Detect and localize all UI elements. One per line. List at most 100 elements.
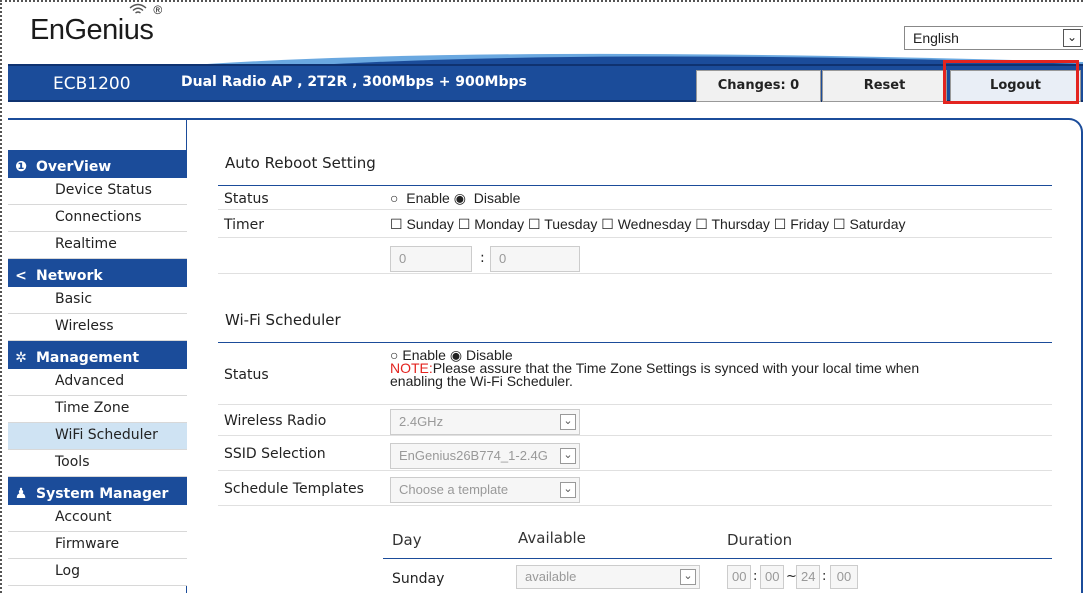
time-colon: : xyxy=(480,250,485,266)
scheduler-note-line2: enabling the Wi-Fi Scheduler. xyxy=(390,373,573,389)
day-label: Thursday xyxy=(711,216,770,232)
tuesday-checkbox[interactable]: ☐ xyxy=(528,216,541,232)
sidebar-item-wifi-scheduler[interactable]: WiFi Scheduler xyxy=(8,423,187,450)
end-minute-input[interactable]: 00 xyxy=(830,565,858,589)
brand-name: EnGenius xyxy=(30,14,154,46)
sidebar-group-system-manager[interactable]: ♟ System Manager xyxy=(8,477,187,505)
sidebar-item-wireless[interactable]: Wireless xyxy=(8,314,187,341)
day-label: Tuesday xyxy=(544,216,598,232)
reset-button[interactable]: Reset xyxy=(822,70,947,102)
schedule-available-value: available xyxy=(525,569,577,584)
sidebar-group-title: Management xyxy=(36,349,140,366)
day-label: Friday xyxy=(790,216,830,232)
sunday-checkbox[interactable]: ☐ xyxy=(390,216,403,232)
chevron-down-icon: ⌄ xyxy=(680,569,696,585)
language-value: English xyxy=(913,30,959,46)
language-select[interactable]: English ⌄ xyxy=(904,26,1083,50)
model-description: Dual Radio AP , 2T2R , 300Mbps + 900Mbps xyxy=(181,74,527,90)
info-icon: ❶ xyxy=(15,158,27,175)
sidebar-group-overview[interactable]: ❶ OverView xyxy=(8,150,187,178)
enable-radio[interactable]: ○ xyxy=(390,190,398,206)
timer-label: Timer xyxy=(224,217,265,233)
top-bar: ECB1200 Dual Radio AP , 2T2R , 300Mbps +… xyxy=(8,64,1083,102)
sidebar-item-advanced[interactable]: Advanced xyxy=(8,369,187,396)
auto-reboot-title: Auto Reboot Setting xyxy=(225,154,376,172)
ssid-row: SSID Selection xyxy=(218,437,1052,471)
sidebar-item-tools[interactable]: Tools xyxy=(8,450,187,477)
ssid-label: SSID Selection xyxy=(224,446,326,462)
end-hour-input[interactable]: 24 xyxy=(796,565,820,589)
wednesday-checkbox[interactable]: ☐ xyxy=(601,216,614,232)
col-duration: Duration xyxy=(727,531,793,549)
thursday-checkbox[interactable]: ☐ xyxy=(695,216,708,232)
day-label: Saturday xyxy=(849,216,906,232)
chevron-down-icon: ⌄ xyxy=(1063,29,1081,47)
timer-time-row xyxy=(218,239,1052,274)
wireless-radio-select[interactable]: 2.4GHz ⌄ xyxy=(390,409,580,435)
template-value: Choose a template xyxy=(399,482,509,497)
saturday-checkbox[interactable]: ☐ xyxy=(833,216,846,232)
time-colon: : xyxy=(822,569,827,584)
day-label: Wednesday xyxy=(617,216,692,232)
ssid-value: EnGenius26B774_1-2.4G xyxy=(399,448,548,463)
page-border-left xyxy=(0,0,2,593)
reboot-hour-input[interactable]: 0 xyxy=(390,246,472,272)
sidebar-group-title: OverView xyxy=(36,158,112,175)
sidebar-item-realtime[interactable]: Realtime xyxy=(8,232,187,259)
reboot-minute-input[interactable]: 0 xyxy=(490,246,580,272)
sidebar-item-device-status[interactable]: Device Status xyxy=(8,178,187,205)
sidebar: ❶ OverView Device Status Connections Rea… xyxy=(8,150,187,593)
changes-button[interactable]: Changes: 0 xyxy=(696,70,821,102)
timer-row: Timer ☐ Sunday ☐ Monday ☐ Tuesday ☐ Wedn… xyxy=(218,211,1052,238)
enable-label: Enable xyxy=(406,190,450,206)
sidebar-item-connections[interactable]: Connections xyxy=(8,205,187,232)
page-border-top xyxy=(0,0,1083,2)
start-minute-input[interactable]: 00 xyxy=(760,565,784,589)
sidebar-item-basic[interactable]: Basic xyxy=(8,287,187,314)
logout-highlight xyxy=(943,60,1079,104)
timer-days: ☐ Sunday ☐ Monday ☐ Tuesday ☐ Wednesday … xyxy=(390,216,906,233)
wifi-scheduler-title: Wi-Fi Scheduler xyxy=(225,311,341,329)
sidebar-group-network[interactable]: < Network xyxy=(8,259,187,287)
sidebar-group-management[interactable]: ✲ Management xyxy=(8,341,187,369)
template-select[interactable]: Choose a template ⌄ xyxy=(390,477,580,503)
ssid-select[interactable]: EnGenius26B774_1-2.4G ⌄ xyxy=(390,443,580,469)
col-day: Day xyxy=(392,531,422,549)
chevron-down-icon: ⌄ xyxy=(560,482,576,498)
sidebar-group-title: Network xyxy=(36,267,103,284)
scheduler-status-label: Status xyxy=(224,367,269,383)
sidebar-item-account[interactable]: Account xyxy=(8,505,187,532)
time-colon: : xyxy=(753,569,758,584)
brand-logo: EnGenius® xyxy=(30,3,162,47)
user-icon: ♟ xyxy=(14,485,28,502)
sidebar-item-time-zone[interactable]: Time Zone xyxy=(8,396,187,423)
day-label: Monday xyxy=(474,216,525,232)
sidebar-item-log[interactable]: Log xyxy=(8,559,187,586)
wifi-logo-icon xyxy=(129,3,147,14)
scheduler-status-row: Status ○ Enable ◉ Disable NOTE:Please as… xyxy=(218,343,1052,405)
col-available: Available xyxy=(518,529,586,547)
disable-label: Disable xyxy=(473,190,521,206)
monday-checkbox[interactable]: ☐ xyxy=(458,216,471,232)
brand-mark: ® xyxy=(153,3,162,18)
sidebar-group-title: System Manager xyxy=(36,485,169,502)
sidebar-item-firmware[interactable]: Firmware xyxy=(8,532,187,559)
status-radios: ○ Enable ◉ Disable xyxy=(390,190,520,207)
start-hour-input[interactable]: 00 xyxy=(727,565,751,589)
status-label: Status xyxy=(224,191,269,207)
gear-icon: ✲ xyxy=(15,349,27,366)
friday-checkbox[interactable]: ☐ xyxy=(774,216,787,232)
wireless-radio-row: Wireless Radio xyxy=(218,406,1052,436)
disable-radio[interactable]: ◉ xyxy=(454,190,466,206)
auto-reboot-status-row: Status ○ Enable ◉ Disable xyxy=(218,186,1052,210)
schedule-day: Sunday xyxy=(392,571,445,587)
wireless-radio-label: Wireless Radio xyxy=(224,413,327,429)
scheduler-status-value: ○ Enable ◉ Disable NOTE:Please assure th… xyxy=(390,348,1040,389)
chevron-down-icon: ⌄ xyxy=(560,448,576,464)
template-label: Schedule Templates xyxy=(224,481,364,497)
share-icon: < xyxy=(15,267,27,284)
model-name: ECB1200 xyxy=(53,74,131,94)
day-label: Sunday xyxy=(406,216,454,232)
schedule-available-select[interactable]: available ⌄ xyxy=(516,565,700,589)
chevron-down-icon: ⌄ xyxy=(560,414,576,430)
